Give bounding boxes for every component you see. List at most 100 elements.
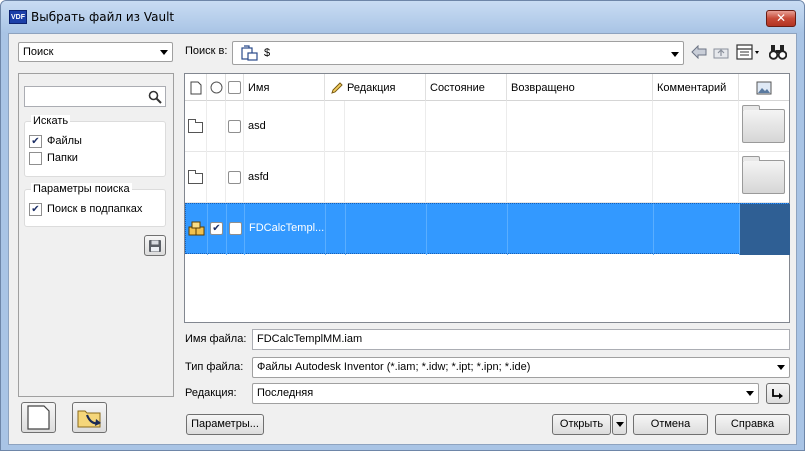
- grid-header: Имя Редакция Состояние Возвращено Коммен…: [185, 74, 789, 101]
- binoculars-icon[interactable]: [769, 43, 787, 61]
- folder-thumbnail-icon: [742, 156, 785, 194]
- folder-icon: [188, 170, 203, 184]
- header-comment[interactable]: Комментарий: [653, 74, 739, 101]
- folders-label: Папки: [47, 152, 78, 164]
- row-state-cell: [426, 152, 507, 203]
- search-icon[interactable]: [148, 90, 162, 104]
- look-in-path: $: [264, 47, 271, 59]
- row-checkedin-cell: [507, 152, 653, 203]
- search-params-legend: Параметры поиска: [31, 183, 132, 195]
- back-arrow-icon[interactable]: [691, 45, 707, 59]
- row-revision-icon-cell: [325, 152, 345, 203]
- header-checkout[interactable]: [226, 74, 244, 101]
- revision-select[interactable]: Последняя: [252, 383, 759, 404]
- row-status-cell: ✔: [208, 204, 227, 255]
- row-checkout-cell: [226, 152, 244, 203]
- filetype-select[interactable]: Файлы Autodesk Inventor (*.iam; *.idw; *…: [252, 357, 790, 378]
- dialog-window: VDF Выбрать файл из Vault ✕ Поиск Искать…: [0, 0, 805, 451]
- header-status[interactable]: [207, 74, 226, 101]
- table-row[interactable]: asfd: [185, 152, 789, 203]
- cancel-button[interactable]: Отмена: [633, 414, 708, 435]
- row-checkbox[interactable]: [228, 120, 241, 133]
- row-thumb-cell: [739, 152, 789, 203]
- row-checkbox[interactable]: [229, 222, 242, 235]
- subfolders-label: Поиск в подпапках: [47, 203, 143, 215]
- header-state[interactable]: Состояние: [426, 74, 507, 101]
- row-state-cell: [427, 204, 508, 255]
- mode-select-value: Поиск: [23, 46, 54, 58]
- row-checkout-cell: [226, 101, 244, 152]
- search-input[interactable]: [24, 86, 166, 107]
- table-row[interactable]: asd: [185, 101, 789, 152]
- row-revision-cell: [346, 204, 427, 255]
- filename-value: FDCalcTemplMM.iam: [257, 333, 363, 345]
- pencil-icon: [331, 82, 343, 94]
- filename-input[interactable]: FDCalcTemplMM.iam: [252, 329, 790, 350]
- row-name: asfd: [248, 171, 269, 183]
- search-type-group: Искать ✔ Файлы Папки: [24, 115, 166, 177]
- up-folder-icon[interactable]: [713, 45, 729, 59]
- row-comment-cell: [653, 152, 739, 203]
- views-icon[interactable]: [736, 44, 760, 60]
- open-folder-button[interactable]: [72, 402, 107, 433]
- row-status-cell: [207, 152, 226, 203]
- dialog-client: Поиск Искать ✔ Файлы Папки Параметры пои…: [8, 33, 797, 445]
- files-checkbox[interactable]: ✔: [29, 135, 42, 148]
- header-revision[interactable]: Редакция: [325, 74, 426, 101]
- open-folder-arrow-icon: [77, 410, 101, 428]
- save-search-button[interactable]: [144, 235, 166, 256]
- window-title: Выбрать файл из Vault: [31, 10, 175, 24]
- look-in-select[interactable]: $: [232, 41, 684, 65]
- open-dropdown-button[interactable]: [612, 414, 627, 435]
- image-icon: [756, 81, 772, 95]
- column-header-revision: Редакция: [347, 82, 396, 94]
- header-thumbnail[interactable]: [739, 74, 789, 101]
- folders-checkbox[interactable]: [29, 152, 42, 165]
- row-type-cell: [185, 101, 207, 152]
- column-header-state: Состояние: [430, 82, 485, 94]
- search-type-legend: Искать: [31, 115, 71, 127]
- new-file-button[interactable]: [21, 402, 56, 433]
- floppy-disk-icon: [149, 240, 161, 252]
- header-checked-in[interactable]: Возвращено: [507, 74, 653, 101]
- row-name-cell: asfd: [244, 152, 325, 203]
- filetype-value: Файлы Autodesk Inventor (*.iam; *.idw; *…: [257, 361, 531, 373]
- header-checkbox-icon: [228, 81, 241, 94]
- row-revision-cell: [345, 101, 426, 152]
- document-icon: [190, 81, 202, 95]
- row-checkedin-cell: [507, 101, 653, 152]
- row-revision-icon-cell: [326, 204, 346, 255]
- row-thumb-cell: [739, 101, 789, 152]
- title-bar: VDF Выбрать файл из Vault ✕: [1, 1, 804, 33]
- chevron-down-icon: [615, 422, 624, 427]
- row-type-cell: [185, 152, 207, 203]
- table-row-selected[interactable]: ✔ FDCalcTempl...: [185, 203, 790, 255]
- params-button[interactable]: Параметры...: [186, 414, 264, 435]
- row-thumb-cell: [740, 204, 790, 255]
- row-checkedin-cell: [508, 204, 654, 255]
- open-button[interactable]: Открыть: [552, 414, 611, 435]
- column-header-comment: Комментарий: [657, 82, 727, 94]
- row-type-cell: [186, 204, 208, 255]
- row-name: asd: [248, 120, 266, 132]
- subfolders-checkbox[interactable]: ✔: [29, 203, 42, 216]
- arrow-down-right-icon: [772, 389, 783, 399]
- chevron-down-icon: [160, 50, 168, 55]
- new-document-icon: [27, 405, 50, 430]
- search-params-group: Параметры поиска ✔ Поиск в подпапках: [24, 183, 166, 227]
- search-panel: Искать ✔ Файлы Папки Параметры поиска ✔ …: [18, 73, 174, 397]
- row-revision-icon-cell: [325, 101, 345, 152]
- mode-select[interactable]: Поиск: [18, 42, 173, 62]
- row-status-cell: [207, 101, 226, 152]
- chevron-down-icon: [746, 391, 754, 396]
- revision-options-button[interactable]: [766, 383, 790, 404]
- circle-status-icon: [210, 81, 223, 94]
- help-button[interactable]: Справка: [715, 414, 790, 435]
- row-checkbox[interactable]: [228, 171, 241, 184]
- close-button[interactable]: ✕: [766, 10, 796, 27]
- header-name[interactable]: Имя: [244, 74, 325, 101]
- row-comment-cell: [654, 204, 740, 255]
- header-file-type[interactable]: [185, 74, 207, 101]
- column-header-checked-in: Возвращено: [511, 82, 575, 94]
- revision-label: Редакция:: [185, 387, 237, 399]
